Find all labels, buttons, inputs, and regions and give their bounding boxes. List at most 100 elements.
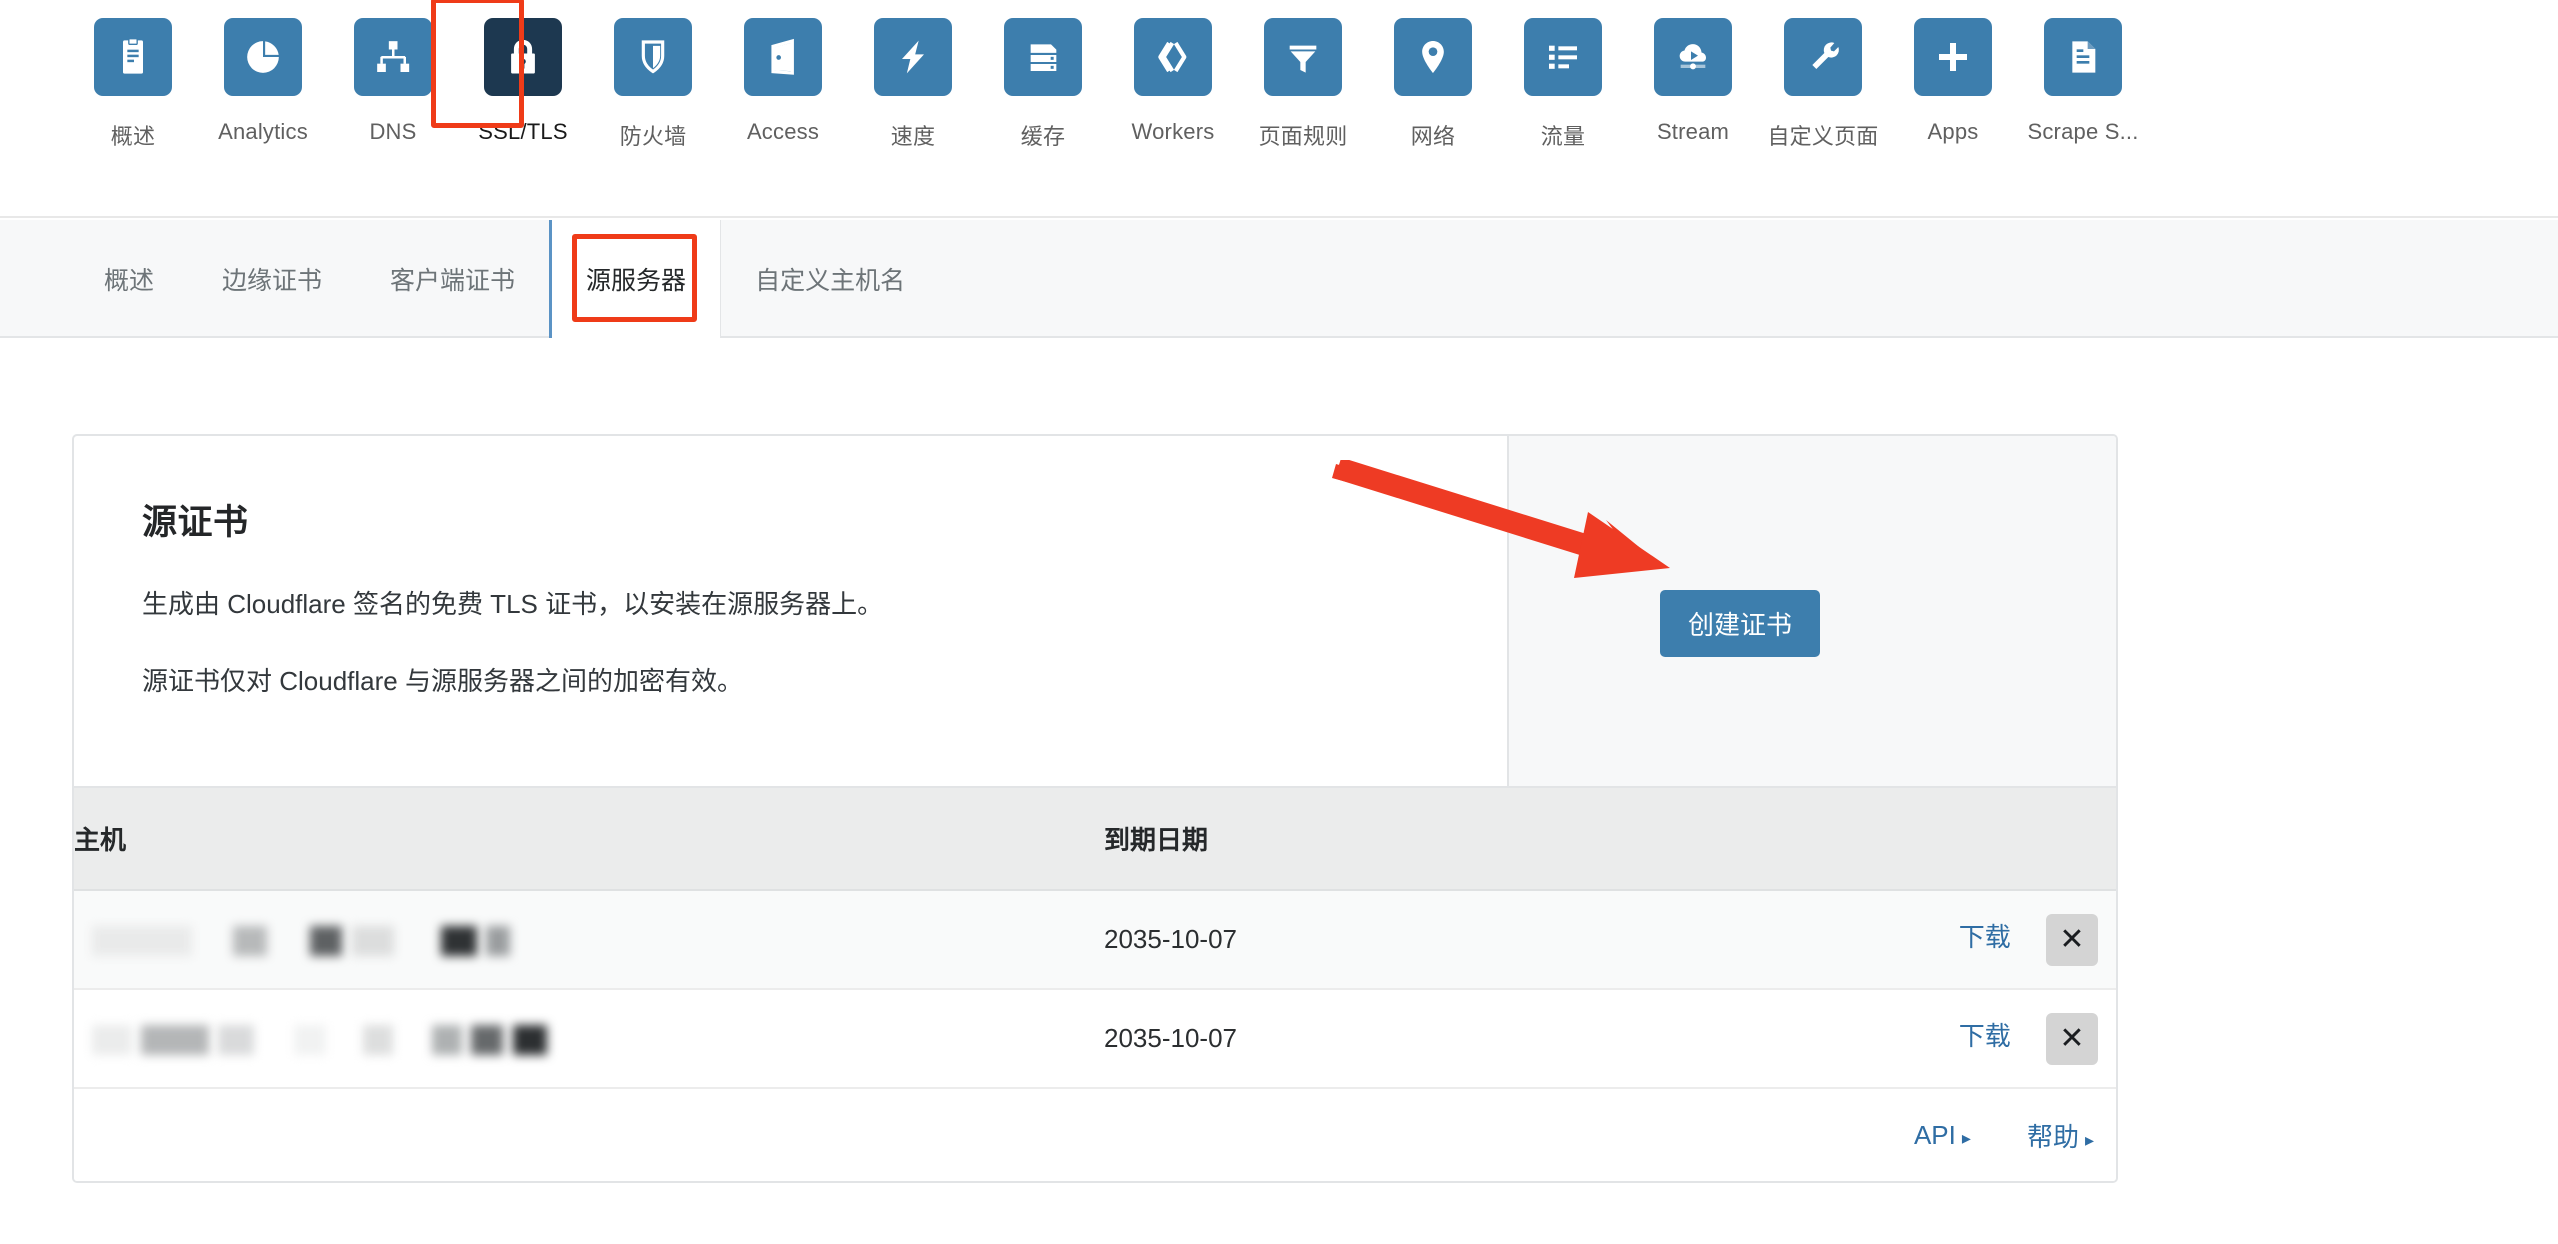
cloud-play-icon: [1654, 18, 1732, 96]
nav-item-apps[interactable]: Apps: [1888, 18, 2018, 145]
card-paragraph-1: 生成由 Cloudflare 签名的免费 TLS 证书，以安装在源服务器上。: [142, 587, 1507, 622]
redacted-hostname: [218, 1025, 254, 1055]
nav-item-label: 缓存: [1021, 119, 1065, 151]
door-icon: [744, 18, 822, 96]
redacted-hostname: [294, 1025, 326, 1055]
nav-item-label: 流量: [1541, 119, 1585, 151]
funnel-icon: [1264, 18, 1342, 96]
card-footer: API ▸ 帮助 ▸: [74, 1089, 2116, 1181]
origin-certificates-card: 源证书 生成由 Cloudflare 签名的免费 TLS 证书，以安装在源服务器…: [72, 434, 2118, 1183]
download-link[interactable]: 下载: [1959, 1021, 2011, 1051]
nav-item-speed[interactable]: 速度: [848, 18, 978, 151]
shield-icon: [614, 18, 692, 96]
cell-host: [74, 890, 1104, 989]
nav-item-access[interactable]: Access: [718, 18, 848, 145]
api-link-label: API: [1914, 1120, 1956, 1150]
nav-item-label: 速度: [891, 119, 935, 151]
pie-chart-icon: [224, 18, 302, 96]
redacted-hostname: [471, 1025, 503, 1055]
plus-icon: [1914, 18, 1992, 96]
card-action-column: 创建证书: [1509, 436, 2116, 786]
tab-client-certificates[interactable]: 客户端证书: [356, 220, 549, 338]
tab-custom-hostnames[interactable]: 自定义主机名: [721, 220, 939, 338]
redacted-hostname: [310, 926, 342, 956]
page-title: 源证书: [142, 494, 1507, 545]
tab-edge-certificates[interactable]: 边缘证书: [188, 220, 356, 338]
nav-item-label: Workers: [1132, 119, 1215, 145]
table-body: 2035-10-07 下载 ✕ 2035-10-07: [74, 890, 2116, 1088]
delete-certificate-button[interactable]: ✕: [2046, 1013, 2098, 1065]
nav-item-label: 概述: [111, 119, 155, 151]
clipboard-icon: [94, 18, 172, 96]
help-link-label: 帮助: [2027, 1122, 2079, 1152]
nav-item-workers[interactable]: Workers: [1108, 18, 1238, 145]
cell-expiry: 2035-10-07: [1104, 890, 1764, 989]
cell-expiry: 2035-10-07: [1104, 989, 1764, 1088]
download-link[interactable]: 下载: [1959, 922, 2011, 952]
primary-nav-items: 概述 Analytics: [68, 18, 2148, 151]
list-icon: [1524, 18, 1602, 96]
nav-item-label: 页面规则: [1259, 119, 1348, 151]
table-head: 主机 到期日期: [74, 787, 2116, 890]
delete-certificate-button[interactable]: ✕: [2046, 914, 2098, 966]
chevron-right-icon: ▸: [1962, 1128, 1971, 1148]
nav-item-label: Scrape S...: [2027, 119, 2138, 145]
column-header-actions: [1764, 787, 2116, 890]
table-row: 2035-10-07 下载 ✕: [74, 890, 2116, 989]
chevron-right-icon: ▸: [2085, 1130, 2094, 1150]
nav-item-label: 网络: [1411, 119, 1455, 151]
secondary-tab-items: 概述 边缘证书 客户端证书 源服务器 自定义主机名: [70, 220, 939, 338]
redacted-hostname: [363, 1025, 393, 1055]
sitemap-icon: [354, 18, 432, 96]
nav-item-label: DNS: [369, 119, 416, 145]
secondary-tab-bar: 概述 边缘证书 客户端证书 源服务器 自定义主机名: [0, 220, 2558, 338]
nav-item-analytics[interactable]: Analytics: [198, 18, 328, 145]
redacted-hostname: [92, 1025, 132, 1055]
tab-overview[interactable]: 概述: [70, 220, 188, 338]
table-header-row: 主机 到期日期: [74, 787, 2116, 890]
nav-item-overview[interactable]: 概述: [68, 18, 198, 151]
nav-item-custom-pages[interactable]: 自定义页面: [1758, 18, 1888, 151]
column-header-expiry: 到期日期: [1104, 787, 1764, 890]
nav-item-dns[interactable]: DNS: [328, 18, 458, 145]
nav-item-label: Analytics: [218, 119, 308, 145]
nav-item-label: Access: [747, 119, 819, 145]
redacted-hostname: [92, 926, 192, 956]
nav-item-cache[interactable]: 缓存: [978, 18, 1108, 151]
nav-item-page-rules[interactable]: 页面规则: [1238, 18, 1368, 151]
nav-item-label: 自定义页面: [1767, 119, 1878, 151]
redacted-hostname: [486, 926, 510, 956]
nav-item-stream[interactable]: Stream: [1628, 18, 1758, 145]
chevrons-icon: [1134, 18, 1212, 96]
nav-item-firewall[interactable]: 防火墙: [588, 18, 718, 151]
column-header-host: 主机: [74, 787, 1104, 890]
api-link[interactable]: API ▸: [1914, 1120, 1971, 1151]
create-certificate-button[interactable]: 创建证书: [1660, 590, 1820, 657]
nav-item-ssl-tls[interactable]: SSL/TLS: [458, 18, 588, 145]
document-icon: [2044, 18, 2122, 96]
nav-item-label: 防火墙: [620, 119, 687, 151]
card-description-column: 源证书 生成由 Cloudflare 签名的免费 TLS 证书，以安装在源服务器…: [74, 436, 1509, 786]
table-row: 2035-10-07 下载 ✕: [74, 989, 2116, 1088]
nav-item-traffic[interactable]: 流量: [1498, 18, 1628, 151]
redacted-hostname: [432, 1025, 462, 1055]
cell-host: [74, 989, 1104, 1088]
map-pin-icon: [1394, 18, 1472, 96]
help-link[interactable]: 帮助 ▸: [2027, 1117, 2094, 1154]
origin-certificates-table: 主机 到期日期 2035-10-07 下载 ✕: [74, 786, 2116, 1089]
nav-item-label: Stream: [1657, 119, 1729, 145]
redacted-hostname: [141, 1025, 209, 1055]
nav-item-label: SSL/TLS: [478, 119, 567, 145]
redacted-hostname: [233, 926, 267, 956]
redacted-hostname: [352, 926, 394, 956]
nav-item-network[interactable]: 网络: [1368, 18, 1498, 151]
card-paragraph-2: 源证书仅对 Cloudflare 与源服务器之间的加密有效。: [142, 664, 1507, 699]
primary-navigation-bar: 概述 Analytics: [0, 0, 2558, 218]
tab-origin-server[interactable]: 源服务器: [549, 220, 721, 338]
redacted-hostname: [513, 1025, 547, 1055]
lock-icon: [484, 18, 562, 96]
nav-item-scrape-shield[interactable]: Scrape S...: [2018, 18, 2148, 145]
lightning-icon: [874, 18, 952, 96]
cell-actions: 下载 ✕: [1764, 890, 2116, 989]
wrench-icon: [1784, 18, 1862, 96]
